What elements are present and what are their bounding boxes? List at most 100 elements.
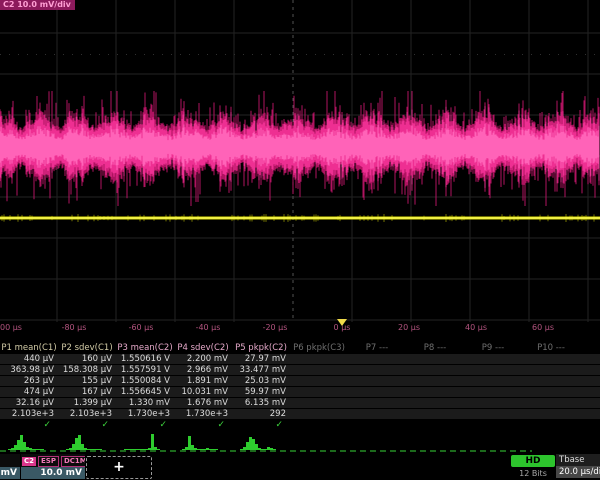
measure-cell-value (580, 354, 600, 364)
measure-cell-max (522, 387, 580, 397)
trace-annotation-label[interactable]: C2 10.0 mV/div (0, 0, 75, 10)
measure-cell-max (290, 387, 348, 397)
time-axis-label: -100 µs (0, 323, 22, 332)
hd-bits-label: 12 Bits (511, 469, 555, 478)
measure-cell-max (406, 387, 464, 397)
measure-cell-mean (464, 365, 522, 375)
measure-status-check-icon (464, 420, 522, 430)
timebase-descriptor[interactable]: Tbase 20.0 µs/div (556, 454, 600, 479)
measure-cell-sdev (464, 398, 522, 408)
histicon-baseline (0, 450, 532, 452)
measure-cell-min: 1.891 mV (174, 376, 232, 386)
measure-cell-min: 1.550084 V (116, 376, 174, 386)
measure-cell-sdev (522, 398, 580, 408)
measure-status-check-icon: ✓ (58, 420, 116, 430)
measure-cell-num: 1.730e+3 (116, 409, 174, 419)
measure-cell-mean (522, 365, 580, 375)
histicon-P4 (182, 436, 218, 450)
measure-cell-min (464, 376, 522, 386)
measure-cell-num (290, 409, 348, 419)
measure-cell-mean (406, 365, 464, 375)
measurement-histicons (0, 431, 600, 451)
measure-cell-sdev (348, 398, 406, 408)
measure-column-header[interactable]: P9 --- (464, 343, 522, 353)
measure-row-sdev: 32.16 µV1.399 µV1.330 mV1.676 mV6.135 mV (0, 398, 600, 408)
c2-coupling-tag: DC1M (61, 456, 85, 467)
measure-cell-min (290, 376, 348, 386)
time-axis-label: -60 µs (129, 323, 154, 332)
add-trace-button[interactable]: + (86, 456, 152, 479)
measure-column-header[interactable]: P1 mean(C1) (0, 343, 58, 353)
time-axis-label: -80 µs (62, 323, 87, 332)
measure-cell-mean (348, 365, 406, 375)
measure-row-max: 474 µV167 µV1.556645 V10.031 mV59.97 mV (0, 387, 600, 397)
measure-cell-num (348, 409, 406, 419)
measure-cell-min (580, 376, 600, 386)
waveform-grid (0, 0, 600, 334)
measure-cell-max: 474 µV (0, 387, 58, 397)
histicon-P5 (240, 437, 276, 450)
c2-esp-tag: ESP (38, 456, 59, 467)
measure-status-check-icon: ✓ (0, 420, 58, 430)
hd-mode-badge[interactable]: HD (511, 455, 555, 467)
c2-label: C2 (22, 457, 36, 466)
timebase-label: Tbase (556, 454, 600, 466)
measure-cell-min (522, 376, 580, 386)
measure-cell-mean (580, 365, 600, 375)
measure-cell-value (464, 354, 522, 364)
measure-cell-num: 2.103e+3 (58, 409, 116, 419)
measure-cell-max (348, 387, 406, 397)
measure-cell-min (348, 376, 406, 386)
measure-cell-max (464, 387, 522, 397)
measure-row-header: P1 mean(C1)P2 sdev(C1)P3 mean(C2)P4 sdev… (0, 343, 600, 353)
measure-cell-max: 1.556645 V (116, 387, 174, 397)
measure-status-check-icon (580, 420, 600, 430)
measure-cell-value: 440 µV (0, 354, 58, 364)
measure-column-header[interactable]: P4 sdev(C2) (174, 343, 232, 353)
measure-cell-value: 160 µV (58, 354, 116, 364)
c2-scale-value: 10.0 mV (21, 467, 85, 479)
time-axis-label: 40 µs (465, 323, 487, 332)
measure-column-header[interactable]: P5 pkpk(C2) (232, 343, 290, 353)
time-axis-label: -20 µs (263, 323, 288, 332)
histicon-P2 (66, 435, 102, 450)
measure-status-check-icon: ✓ (174, 420, 232, 430)
measure-column-header[interactable]: P2 sdev(C1) (58, 343, 116, 353)
measure-cell-sdev: 32.16 µV (0, 398, 58, 408)
measure-column-header[interactable]: P8 --- (406, 343, 464, 353)
histicon-P1 (8, 435, 44, 450)
measure-column-header[interactable]: P6 pkpk(C3) (290, 343, 348, 353)
measure-status-check-icon: ✓ (232, 420, 290, 430)
measure-cell-mean: 363.98 µV (0, 365, 58, 375)
measure-row-value: 440 µV160 µV1.550616 V2.200 mV27.97 mV (0, 354, 600, 364)
measure-column-header[interactable]: P11 (580, 343, 600, 353)
measure-column-header[interactable]: P10 --- (522, 343, 580, 353)
oscilloscope-screen: C2 10.0 mV/div -100 µs-80 µs-60 µs-40 µs… (0, 0, 600, 480)
timebase-value: 20.0 µs/div (556, 466, 600, 478)
measure-cell-value (522, 354, 580, 364)
measure-cell-sdev: 6.135 mV (232, 398, 290, 408)
measure-cell-sdev: 1.676 mV (174, 398, 232, 408)
measure-cell-value: 1.550616 V (116, 354, 174, 364)
measure-cell-max: 59.97 mV (232, 387, 290, 397)
measure-row-num: 2.103e+32.103e+31.730e+31.730e+3292 (0, 409, 600, 419)
measurement-table: P1 mean(C1)P2 sdev(C1)P3 mean(C2)P4 sdev… (0, 343, 600, 431)
histicon-P3 (124, 434, 160, 450)
c1-scale-value: 10.0 mV (0, 467, 20, 479)
time-axis: -100 µs-80 µs-60 µs-40 µs-20 µs0 µs20 µs… (0, 321, 600, 333)
channel-c2-descriptor[interactable]: C2 ESP DC1M 10.0 mV (21, 454, 85, 479)
measure-cell-min (406, 376, 464, 386)
measure-status-check-icon (348, 420, 406, 430)
measure-cell-max: 10.031 mV (174, 387, 232, 397)
measure-column-header[interactable]: P7 --- (348, 343, 406, 353)
measure-cell-num (580, 409, 600, 419)
measure-cell-max (580, 387, 600, 397)
measure-column-header[interactable]: P3 mean(C2) (116, 343, 174, 353)
measure-cell-mean (290, 365, 348, 375)
measure-cell-max: 167 µV (58, 387, 116, 397)
measure-cell-mean: 33.477 mV (232, 365, 290, 375)
measure-status-check-icon (522, 420, 580, 430)
measure-cell-min: 263 µV (0, 376, 58, 386)
measure-cell-value (406, 354, 464, 364)
channel-c1-descriptor[interactable]: C1 DC1M 10.0 mV (0, 454, 20, 479)
